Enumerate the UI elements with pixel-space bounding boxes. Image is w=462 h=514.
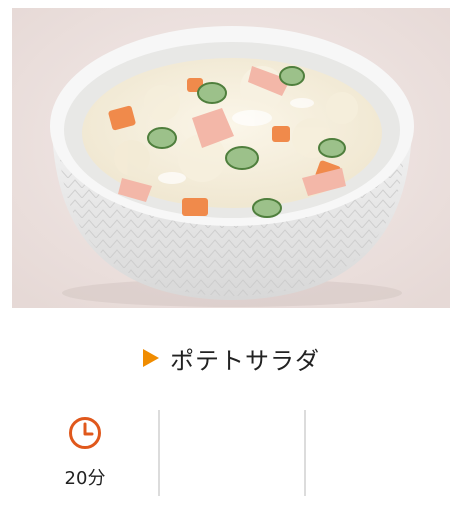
- recipe-title[interactable]: ポテトサラダ: [170, 341, 320, 376]
- meta-cell-empty-1: [158, 410, 304, 496]
- meta-cell-empty-2: [304, 410, 450, 496]
- play-arrow-icon: [142, 348, 160, 368]
- recipe-meta: 20分: [12, 410, 450, 496]
- clock-icon: [68, 416, 102, 450]
- recipe-title-row[interactable]: ポテトサラダ: [0, 338, 462, 378]
- cooking-time-cell: 20分: [12, 410, 158, 496]
- recipe-photo: [12, 8, 450, 308]
- cooking-time: 20分: [64, 468, 106, 489]
